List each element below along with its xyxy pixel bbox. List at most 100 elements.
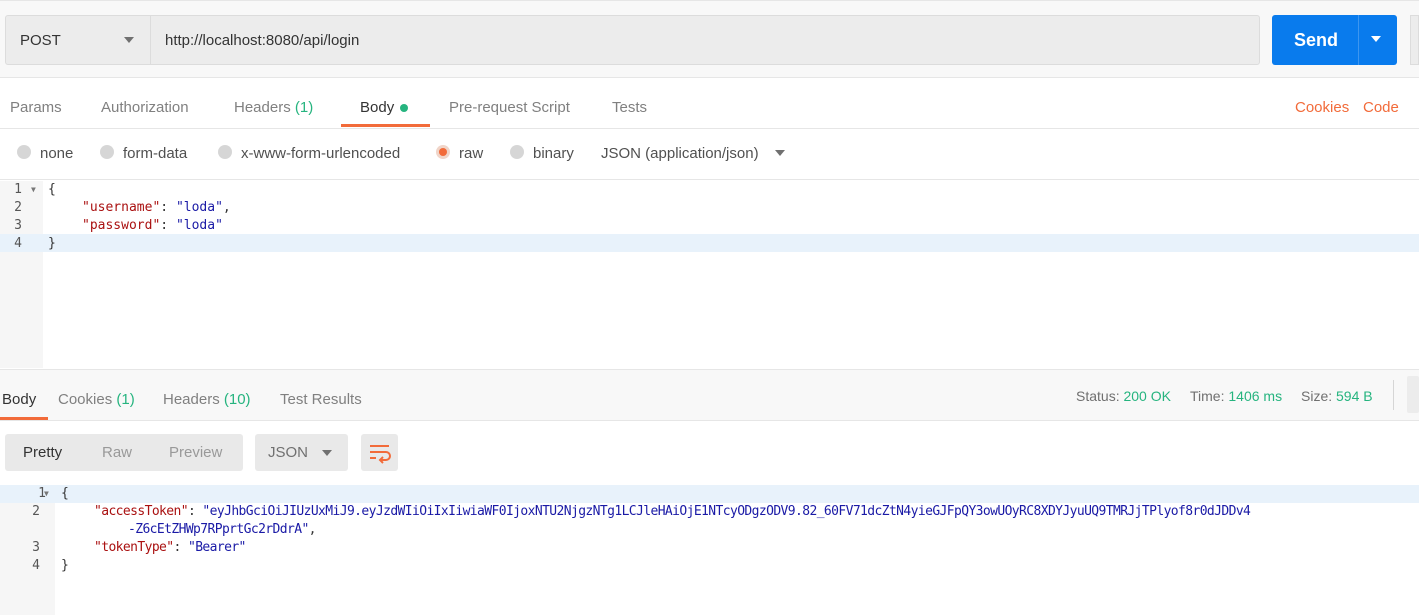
divider	[1358, 15, 1359, 65]
line-number: 3	[32, 540, 40, 555]
response-tab-cookies[interactable]: Cookies (1)	[58, 391, 135, 408]
tab-label: Cookies	[58, 391, 113, 408]
send-label: Send	[1294, 30, 1339, 50]
size-value: 594 B	[1336, 388, 1373, 404]
chevron-down-icon	[322, 450, 332, 461]
radio-none[interactable]: none	[17, 145, 73, 162]
headers-count: (10)	[223, 391, 251, 408]
format-select[interactable]: JSON	[255, 434, 348, 471]
status-info: Status: 200 OK	[1076, 388, 1171, 404]
time-label: Time:	[1190, 388, 1225, 404]
response-tab-body[interactable]: Body	[2, 391, 36, 408]
chevron-down-icon	[774, 150, 785, 161]
body-type-value: JSON (application/json)	[601, 145, 759, 162]
size-info: Size: 594 B	[1301, 388, 1373, 404]
tab-label: Headers	[234, 99, 291, 116]
line-number: 2	[14, 200, 22, 215]
tab-body[interactable]: Body	[360, 99, 409, 116]
radio-binary[interactable]: binary	[510, 145, 574, 162]
json-key: "accessToken"	[94, 504, 189, 519]
radio-selected-icon	[436, 145, 450, 159]
option-label: x-www-form-urlencoded	[241, 145, 401, 162]
wrap-lines-button[interactable]	[361, 434, 398, 471]
request-bar: POST http://localhost:8080/api/login Sen…	[0, 0, 1419, 78]
line-number: 1	[38, 486, 46, 501]
response-tab-headers[interactable]: Headers (10)	[163, 391, 251, 408]
code-line: -Z6cEtZHWp7RPprtGc2rDdrA",	[128, 522, 317, 537]
code-line: {	[61, 486, 69, 501]
body-type-select[interactable]: JSON (application/json)	[601, 145, 785, 162]
line-number: 4	[14, 236, 22, 251]
send-options-chevron-icon[interactable]	[1371, 36, 1381, 47]
code-line: {	[48, 182, 56, 197]
json-key: "username"	[82, 200, 161, 215]
save-button[interactable]	[1410, 15, 1419, 65]
tab-label: Headers	[163, 391, 220, 408]
option-label: raw	[459, 145, 484, 162]
view-raw[interactable]: Raw	[102, 444, 132, 461]
response-tab-test-results[interactable]: Test Results	[280, 391, 362, 408]
divider	[1393, 380, 1394, 410]
fold-icon[interactable]: ▼	[44, 485, 49, 503]
wrap-icon	[370, 445, 391, 464]
option-label: binary	[533, 145, 574, 162]
tab-params[interactable]: Params	[10, 99, 62, 116]
view-preview[interactable]: Preview	[169, 444, 222, 461]
body-type-options: none form-data x-www-form-urlencoded raw…	[0, 130, 1419, 180]
radio-form-data[interactable]: form-data	[100, 145, 187, 162]
response-tabs: Body Cookies (1) Headers (10) Test Resul…	[0, 369, 1419, 421]
send-button[interactable]: Send	[1272, 15, 1397, 65]
active-line-highlight	[0, 485, 1419, 503]
status-label: Status:	[1076, 388, 1120, 404]
code-line: "accessToken": "eyJhbGciOiJIUzUxMiJ9.eyJ…	[94, 504, 1251, 519]
json-key: "tokenType"	[94, 540, 174, 555]
tab-tests[interactable]: Tests	[612, 99, 647, 116]
view-pretty[interactable]: Pretty	[23, 444, 62, 461]
line-number: 4	[32, 558, 40, 573]
radio-raw[interactable]: raw	[436, 145, 483, 162]
active-line-highlight	[0, 234, 1419, 252]
size-label: Size:	[1301, 388, 1333, 404]
code-link[interactable]: Code	[1363, 99, 1399, 116]
radio-icon	[218, 145, 232, 159]
method-select[interactable]: POST	[5, 15, 151, 65]
json-value: "loda"	[175, 218, 223, 233]
time-info: Time: 1406 ms	[1190, 388, 1282, 404]
code-line: }	[61, 558, 69, 573]
headers-count: (1)	[294, 99, 314, 116]
option-label: none	[40, 145, 74, 162]
code-line: "username": "loda",	[82, 200, 231, 215]
save-response-button[interactable]	[1407, 376, 1419, 413]
code-line: }	[48, 236, 56, 251]
active-dot-icon	[400, 104, 409, 113]
view-mode-group: Pretty Raw Preview	[5, 434, 243, 471]
line-number: 2	[32, 504, 40, 519]
radio-icon	[510, 145, 524, 159]
active-tab-underline	[0, 417, 48, 420]
url-input[interactable]: http://localhost:8080/api/login	[150, 15, 1260, 65]
chevron-down-icon	[124, 37, 134, 48]
code-line: "tokenType": "Bearer"	[94, 540, 246, 555]
response-body-viewer: 1 ▼ 2 3 4 { "accessToken": "eyJhbGciOiJI…	[0, 485, 1419, 615]
json-value-continued: -Z6cEtZHWp7RPprtGc2rDdrA"	[128, 522, 309, 537]
code-line: "password": "loda"	[82, 218, 223, 233]
cookies-link[interactable]: Cookies	[1295, 99, 1349, 116]
radio-urlencoded[interactable]: x-www-form-urlencoded	[218, 145, 400, 162]
tab-pre-request-script[interactable]: Pre-request Script	[449, 99, 570, 116]
active-tab-underline	[341, 124, 430, 127]
tab-headers[interactable]: Headers (1)	[234, 99, 313, 116]
json-value: "loda"	[175, 200, 223, 215]
status-value: 200 OK	[1123, 388, 1171, 404]
fold-icon[interactable]: ▼	[31, 181, 36, 199]
json-value: "Bearer"	[187, 540, 246, 555]
line-number: 3	[14, 218, 22, 233]
radio-icon	[17, 145, 31, 159]
method-value: POST	[20, 32, 61, 49]
format-value: JSON	[268, 444, 309, 461]
tab-authorization[interactable]: Authorization	[101, 99, 189, 116]
time-value: 1406 ms	[1228, 388, 1283, 404]
request-tabs: Params Authorization Headers (1) Body Pr…	[0, 86, 1419, 129]
cookies-count: (1)	[116, 391, 135, 408]
request-body-editor[interactable]: 1 ▼ 2 3 4 { "username": "loda", "passwor…	[0, 181, 1419, 368]
json-value: "eyJhbGciOiJIUzUxMiJ9.eyJzdWIiOiIxIiwiaW…	[202, 504, 1251, 519]
